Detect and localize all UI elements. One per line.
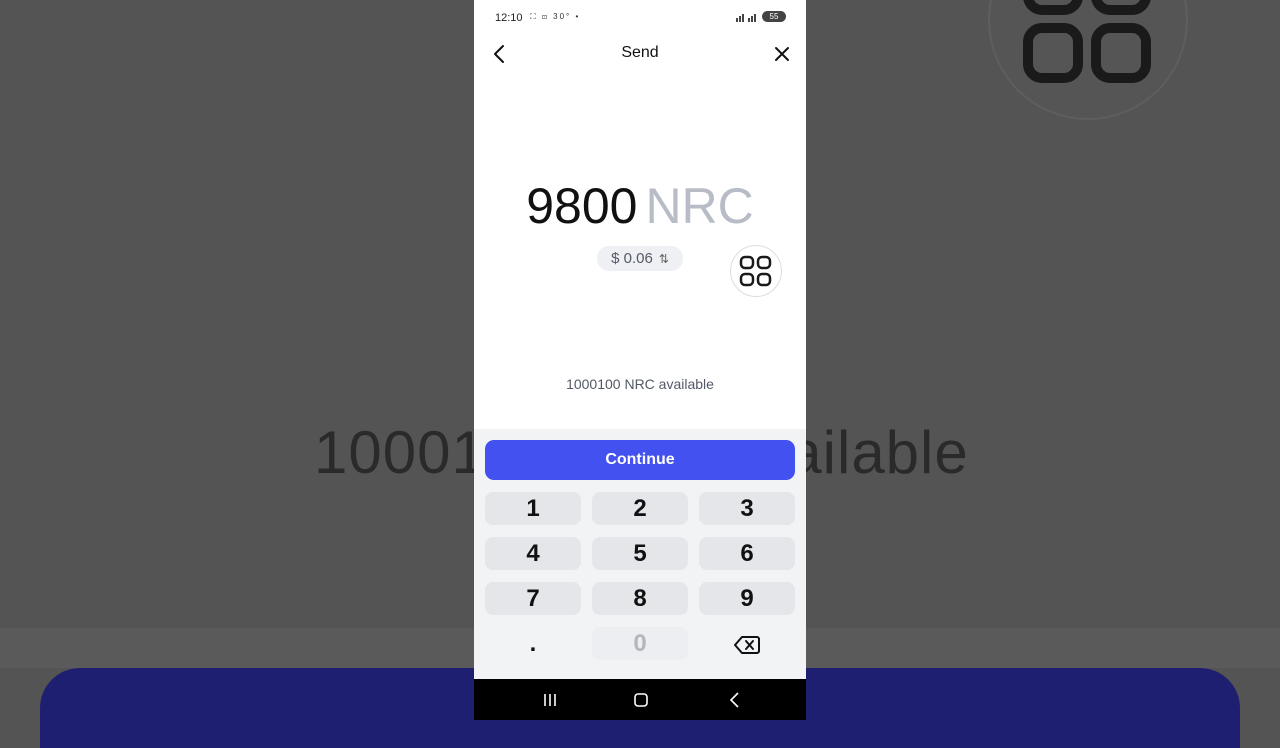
amount-display: 9800 NRC (474, 176, 806, 236)
key-8[interactable]: 8 (592, 582, 688, 615)
header: Send (474, 36, 806, 72)
apps-grid-button[interactable] (730, 245, 782, 297)
close-icon[interactable] (770, 42, 794, 66)
system-nav-bar (474, 679, 806, 720)
key-1[interactable]: 1 (485, 492, 581, 525)
status-left-icons: ⛶ ⊡ 30° • (530, 12, 581, 21)
key-6[interactable]: 6 (699, 537, 795, 570)
keypad-area: Continue 1 2 3 4 5 6 7 8 9 . 0 (474, 429, 806, 679)
background-grid-icon (1023, 0, 1151, 83)
key-3[interactable]: 3 (699, 492, 795, 525)
fiat-value: $ 0.06 (611, 250, 653, 267)
battery-icon: 55 (762, 11, 786, 22)
key-7[interactable]: 7 (485, 582, 581, 615)
page-title: Send (621, 44, 659, 61)
amount-value: 9800 (526, 178, 638, 234)
home-icon[interactable] (629, 689, 653, 711)
status-time: 12:10 (495, 12, 523, 24)
fiat-toggle-button[interactable]: $ 0.06 ⇅ (597, 246, 683, 271)
recent-apps-icon[interactable] (538, 689, 562, 711)
key-4[interactable]: 4 (485, 537, 581, 570)
status-bar: 12:10 ⛶ ⊡ 30° • 55 (474, 0, 806, 36)
signal-icon (736, 13, 756, 22)
nav-back-icon[interactable] (723, 689, 747, 711)
key-2[interactable]: 2 (592, 492, 688, 525)
phone-screen: 12:10 ⛶ ⊡ 30° • 55 Send 9800 NRC $ 0.06 ⇅ (474, 0, 806, 720)
swap-icon: ⇅ (658, 252, 669, 266)
available-balance: 1000100 NRC available (566, 376, 714, 392)
continue-button[interactable]: Continue (485, 440, 795, 480)
backspace-key[interactable] (699, 627, 795, 660)
key-0[interactable]: 0 (592, 627, 688, 660)
apps-grid-icon (739, 255, 772, 287)
status-right-icons: 55 (736, 11, 786, 22)
key-decimal[interactable]: . (485, 627, 581, 660)
key-5[interactable]: 5 (592, 537, 688, 570)
key-9[interactable]: 9 (699, 582, 795, 615)
backspace-icon (734, 635, 760, 654)
amount-unit: NRC (645, 178, 754, 234)
